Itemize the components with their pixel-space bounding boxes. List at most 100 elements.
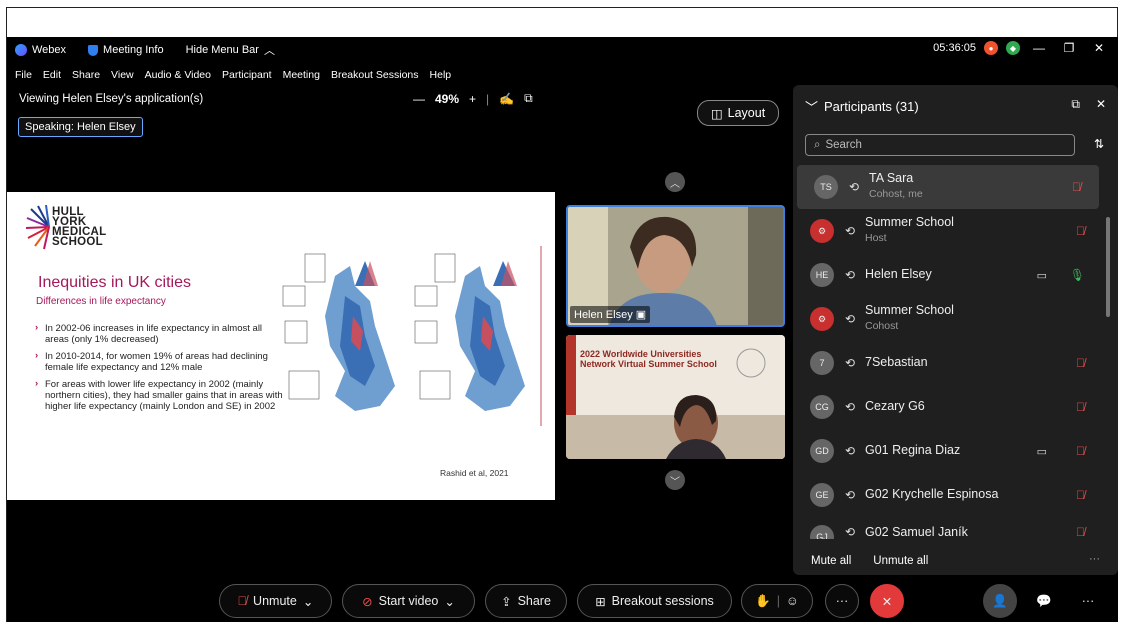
- share-label: Share: [517, 594, 551, 608]
- list-item[interactable]: ⚙ ⟲ Summer School Cohost: [793, 297, 1103, 341]
- meeting-info-button[interactable]: Meeting Info: [88, 44, 164, 56]
- sync-icon: ⟲: [845, 224, 856, 238]
- participants-toggle-button[interactable]: 👤: [983, 584, 1017, 618]
- breakout-icon: ⊞: [595, 594, 606, 609]
- share-button[interactable]: ⇪ Share: [485, 584, 567, 618]
- uk-life-expectancy-maps: [282, 246, 542, 426]
- more-panels-button[interactable]: ···: [1071, 584, 1105, 618]
- menu-participant[interactable]: Participant: [222, 69, 272, 81]
- breakout-sessions-button[interactable]: ⊞ Breakout sessions: [577, 584, 732, 618]
- layout-label: Layout: [727, 106, 766, 120]
- title-bar-right: 05:36:05 ● ◆ — ❐ ✕: [933, 41, 1110, 55]
- chevron-up-icon: ︿: [263, 45, 275, 57]
- list-item[interactable]: CG ⟲ Cezary G6 🎙̸: [793, 385, 1103, 429]
- slide-bullet: For areas with lower life expectancy in …: [35, 378, 283, 412]
- start-video-button[interactable]: ⊘ Start video ⌄: [342, 584, 475, 618]
- menu-meeting[interactable]: Meeting: [283, 69, 320, 81]
- menu-breakout[interactable]: Breakout Sessions: [331, 69, 419, 81]
- meeting-controls: 🎙̸ Unmute ⌄ ⊘ Start video ⌄ ⇪ Share ⊞ Br…: [7, 584, 1118, 620]
- mic-muted-icon[interactable]: 🎙̸: [1076, 488, 1085, 502]
- network-health-icon[interactable]: ◆: [1006, 41, 1020, 55]
- share-icon: ⇪: [501, 594, 512, 609]
- webex-menu[interactable]: Webex: [15, 44, 66, 56]
- list-item[interactable]: HE ⟲ Helen Elsey ▭ 🎙: [793, 253, 1103, 297]
- participant-role: Host: [865, 232, 887, 244]
- zoom-out-icon[interactable]: —: [413, 92, 425, 106]
- menu-file[interactable]: File: [15, 69, 32, 81]
- close-icon[interactable]: ✕: [1088, 41, 1110, 55]
- participants-header[interactable]: ﹀ Participants (31): [805, 97, 919, 116]
- video-icon: ▭: [1036, 269, 1047, 282]
- leave-meeting-button[interactable]: ✕: [870, 584, 904, 618]
- avatar: ⚙: [810, 307, 834, 331]
- viewing-label: Viewing Helen Elsey's application(s): [19, 93, 204, 105]
- avatar: 7: [810, 351, 834, 375]
- unmute-button[interactable]: 🎙̸ Unmute ⌄: [219, 584, 332, 618]
- video-tile-speaker[interactable]: Helen Elsey ▣: [566, 205, 785, 327]
- avatar: TS: [814, 175, 838, 199]
- divider: |: [486, 91, 490, 106]
- recording-icon[interactable]: ●: [984, 41, 998, 55]
- map-left: [282, 253, 395, 411]
- mic-on-icon[interactable]: 🎙: [1070, 268, 1085, 282]
- chevron-down-icon: ⌄: [444, 594, 455, 609]
- reactions-group: ✋ | ☺: [741, 584, 813, 618]
- menu-audio-video[interactable]: Audio & Video: [145, 69, 211, 81]
- popout-panel-icon[interactable]: ⧉: [1071, 97, 1080, 112]
- panel-actions: ⧉ ✕: [1071, 97, 1106, 112]
- scroll-up-icon[interactable]: ︿: [665, 172, 685, 192]
- participant-role: Cohost, me: [869, 188, 923, 200]
- avatar: GE: [810, 483, 834, 507]
- mic-muted-icon[interactable]: 🎙̸: [1076, 400, 1085, 414]
- list-item[interactable]: 7 ⟲ 7Sebastian 🎙̸: [793, 341, 1103, 385]
- close-panel-icon[interactable]: ✕: [1096, 97, 1106, 112]
- popout-icon[interactable]: ⧉: [524, 91, 533, 106]
- sync-icon: ⟲: [845, 488, 856, 502]
- hide-menu-bar-button[interactable]: Hide Menu Bar ︿: [186, 42, 275, 58]
- restore-icon[interactable]: ❐: [1058, 41, 1080, 55]
- layout-button[interactable]: ◫ Layout: [697, 100, 779, 126]
- hide-menu-label: Hide Menu Bar: [185, 44, 259, 56]
- avatar: ⚙: [810, 219, 834, 243]
- menu-view[interactable]: View: [111, 69, 134, 81]
- reactions-icon[interactable]: ☺: [786, 594, 799, 608]
- zoom-in-icon[interactable]: +: [469, 92, 476, 106]
- list-item[interactable]: ⚙ ⟲ Summer School Host 🎙̸: [793, 209, 1103, 253]
- menu-share[interactable]: Share: [72, 69, 100, 81]
- slide-bullet: In 2002-06 increases in life expectancy …: [35, 322, 283, 345]
- participant-name: 7Sebastian: [865, 355, 928, 369]
- participant-name: Helen Elsey: [865, 267, 932, 281]
- close-icon: ✕: [881, 594, 893, 609]
- unmute-label: Unmute: [253, 594, 297, 608]
- video-tile-second[interactable]: 2022 Worldwide Universities Network Virt…: [566, 335, 785, 459]
- sort-icon[interactable]: ⇅: [1094, 137, 1104, 151]
- list-item[interactable]: GD ⟲ G01 Regina Diaz ▭ 🎙̸: [793, 429, 1103, 473]
- more-options-icon[interactable]: ···: [1089, 553, 1100, 565]
- sync-icon: ⟲: [849, 180, 860, 194]
- mic-muted-icon[interactable]: 🎙̸: [1076, 224, 1085, 238]
- mute-all-button[interactable]: Mute all: [811, 555, 851, 567]
- raise-hand-icon[interactable]: ✋: [755, 594, 771, 609]
- participant-scrollbar[interactable]: [1106, 217, 1110, 317]
- participant-search-input[interactable]: ⌕ Search: [805, 134, 1075, 156]
- video-icon: ▭: [1036, 445, 1047, 458]
- mic-muted-icon[interactable]: 🎙̸: [1076, 356, 1085, 370]
- zoom-controls: — 49% + | ✍ ⧉: [413, 91, 533, 106]
- list-item[interactable]: GJ ⟲ G02 Samuel Janík 🎙̸: [793, 517, 1103, 539]
- annotate-icon[interactable]: ✍: [499, 92, 514, 106]
- scroll-down-icon[interactable]: ﹀: [665, 470, 685, 490]
- shield-icon: [88, 44, 99, 56]
- panel-footer: Mute all Unmute all: [811, 555, 928, 567]
- list-item[interactable]: GE ⟲ G02 Krychelle Espinosa 🎙̸: [793, 473, 1103, 517]
- sync-icon: ⟲: [845, 312, 856, 326]
- minimize-icon[interactable]: —: [1028, 41, 1050, 55]
- mic-muted-icon[interactable]: 🎙̸: [1076, 444, 1085, 458]
- mic-muted-icon[interactable]: 🎙̸: [1076, 525, 1085, 539]
- unmute-all-button[interactable]: Unmute all: [873, 555, 928, 567]
- menu-help[interactable]: Help: [430, 69, 452, 81]
- mic-muted-icon[interactable]: 🎙̸: [1072, 180, 1081, 194]
- more-button[interactable]: ···: [825, 584, 859, 618]
- chat-button[interactable]: 💬: [1027, 584, 1061, 618]
- menu-edit[interactable]: Edit: [43, 69, 61, 81]
- list-item[interactable]: TS ⟲ TA Sara Cohost, me 🎙̸: [797, 165, 1099, 209]
